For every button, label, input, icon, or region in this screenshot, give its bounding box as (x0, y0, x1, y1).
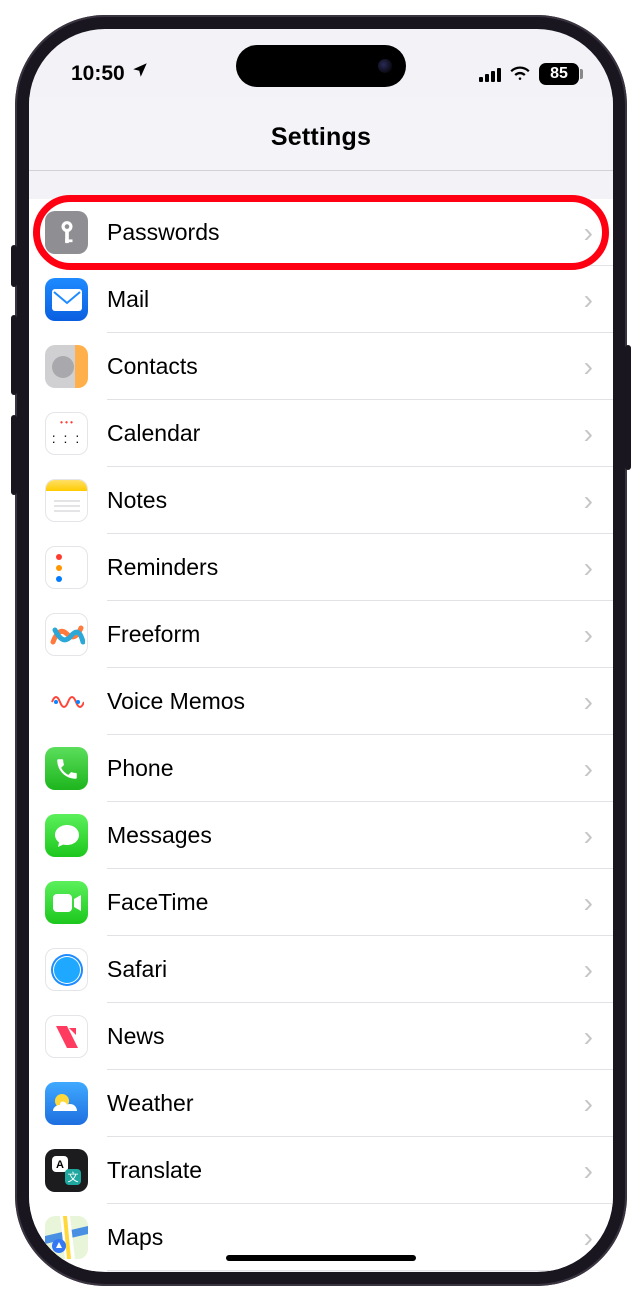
row-label: FaceTime (107, 889, 584, 916)
settings-row-messages[interactable]: Messages› (29, 802, 613, 869)
volume-down-button (11, 415, 17, 495)
safari-icon (45, 948, 88, 991)
location-icon (131, 61, 149, 85)
page-title: Settings (29, 123, 613, 152)
calendar-icon: • • •: : : (45, 412, 88, 455)
row-label: Maps (107, 1224, 584, 1251)
freeform-icon (45, 613, 88, 656)
settings-row-reminders[interactable]: Reminders› (29, 534, 613, 601)
row-label: News (107, 1023, 584, 1050)
settings-row-contacts[interactable]: Contacts› (29, 333, 613, 400)
reminders-icon (45, 546, 88, 589)
battery-indicator: 85 (539, 63, 579, 85)
mail-icon (45, 278, 88, 321)
silence-switch (11, 245, 17, 287)
chevron-right-icon: › (584, 418, 593, 450)
row-label: Weather (107, 1090, 584, 1117)
side-button (625, 345, 631, 470)
chevron-right-icon: › (584, 552, 593, 584)
row-label: Translate (107, 1157, 584, 1184)
chevron-right-icon: › (584, 619, 593, 651)
settings-row-translate[interactable]: A文 Translate› (29, 1137, 613, 1204)
settings-row-facetime[interactable]: FaceTime› (29, 869, 613, 936)
svg-text:A: A (56, 1159, 64, 1171)
maps-icon (45, 1216, 88, 1259)
notes-icon (45, 479, 88, 522)
key-icon (45, 211, 88, 254)
chevron-right-icon: › (584, 753, 593, 785)
settings-row-notes[interactable]: Notes› (29, 467, 613, 534)
row-label: Messages (107, 822, 584, 849)
chevron-right-icon: › (584, 820, 593, 852)
news-icon (45, 1015, 88, 1058)
row-label: Voice Memos (107, 688, 584, 715)
row-label: Freeform (107, 621, 584, 648)
settings-row-phone[interactable]: Phone› (29, 735, 613, 802)
volume-up-button (11, 315, 17, 395)
facetime-icon (45, 881, 88, 924)
messages-icon (45, 814, 88, 857)
svg-text:文: 文 (67, 1170, 78, 1184)
settings-list: Passwords›Mail›Contacts›• • •: : :Calend… (29, 199, 613, 1271)
settings-row-safari[interactable]: Safari› (29, 936, 613, 1003)
phone-frame: 10:50 85 Settings Passwords›Mail›Contact… (15, 15, 627, 1286)
row-label: Safari (107, 956, 584, 983)
status-time: 10:50 (71, 62, 125, 86)
row-label: Calendar (107, 420, 584, 447)
settings-row-mail[interactable]: Mail› (29, 266, 613, 333)
row-label: Passwords (107, 219, 584, 246)
row-label: Contacts (107, 353, 584, 380)
chevron-right-icon: › (584, 284, 593, 316)
translate-icon: A文 (45, 1149, 88, 1192)
chevron-right-icon: › (584, 1021, 593, 1053)
contacts-icon (45, 345, 88, 388)
chevron-right-icon: › (584, 686, 593, 718)
settings-row-weather[interactable]: Weather› (29, 1070, 613, 1137)
settings-row-news[interactable]: News› (29, 1003, 613, 1070)
row-label: Notes (107, 487, 584, 514)
chevron-right-icon: › (584, 1155, 593, 1187)
settings-row-calendar[interactable]: • • •: : : Calendar› (29, 400, 613, 467)
settings-row-voice-memos[interactable]: Voice Memos› (29, 668, 613, 735)
screen: 10:50 85 Settings Passwords›Mail›Contact… (29, 29, 613, 1272)
chevron-right-icon: › (584, 1088, 593, 1120)
voice-memos-icon (45, 680, 88, 723)
row-label: Reminders (107, 554, 584, 581)
chevron-right-icon: › (584, 351, 593, 383)
nav-header: Settings (29, 97, 613, 171)
settings-row-freeform[interactable]: Freeform› (29, 601, 613, 668)
chevron-right-icon: › (584, 954, 593, 986)
weather-icon (45, 1082, 88, 1125)
separator (107, 1270, 613, 1271)
chevron-right-icon: › (584, 485, 593, 517)
home-indicator[interactable] (226, 1255, 416, 1261)
settings-row-passwords[interactable]: Passwords› (29, 199, 613, 266)
chevron-right-icon: › (584, 217, 593, 249)
wifi-icon (509, 62, 531, 86)
dynamic-island (236, 45, 406, 87)
chevron-right-icon: › (584, 1222, 593, 1254)
row-label: Phone (107, 755, 584, 782)
cellular-signal-icon (479, 67, 501, 82)
phone-icon (45, 747, 88, 790)
row-label: Mail (107, 286, 584, 313)
chevron-right-icon: › (584, 887, 593, 919)
